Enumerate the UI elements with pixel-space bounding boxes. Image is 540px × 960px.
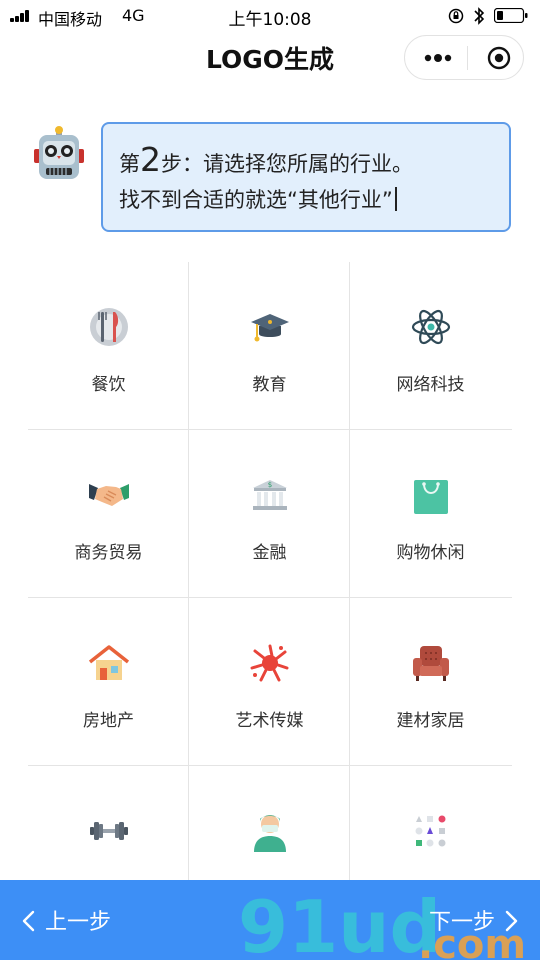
- industry-item-internet-tech[interactable]: 网络科技: [350, 262, 511, 430]
- prev-step-label: 上一步: [45, 910, 112, 935]
- step-number: 2: [140, 140, 161, 179]
- industry-label: 建材家居: [396, 711, 465, 731]
- industry-label: 餐饮: [91, 375, 126, 395]
- industry-item-shopping[interactable]: 购物休闲: [350, 430, 511, 598]
- prompt-line-2-text: 找不到合适的就选“其他行业”: [119, 188, 393, 212]
- armchair-icon: [413, 646, 449, 681]
- robot-icon: [34, 126, 84, 179]
- bank-icon: $: [253, 480, 287, 510]
- house-icon: [88, 645, 130, 680]
- prompt-line-2: 找不到合适的就选“其他行业”: [119, 182, 509, 218]
- more-icon[interactable]: [423, 50, 453, 66]
- industry-label: 网络科技: [396, 375, 465, 395]
- industry-label: 房地产: [83, 711, 134, 731]
- bluetooth-icon: [474, 7, 485, 25]
- industry-item-education[interactable]: 教育: [189, 262, 350, 430]
- close-mini-program-icon[interactable]: [487, 46, 511, 70]
- prompt-line-1-text: 步：请选择您所属的行业。: [161, 152, 413, 176]
- industry-item-finance[interactable]: $ 金融: [189, 430, 350, 598]
- next-step-label: 下一步: [428, 910, 495, 935]
- graduation-cap-icon: [251, 314, 289, 342]
- orientation-lock-icon: [448, 8, 464, 24]
- paint-splash-icon: [250, 644, 289, 682]
- mini-program-capsule: [404, 35, 524, 80]
- plate-utensils-icon: [90, 308, 128, 346]
- svg-text:$: $: [268, 481, 272, 489]
- battery-icon: [494, 8, 528, 23]
- prompt-bubble: 第2步：请选择您所属的行业。 找不到合适的就选“其他行业”: [101, 122, 511, 232]
- industry-label: 购物休闲: [396, 543, 465, 563]
- industry-label: 艺术传媒: [235, 711, 304, 731]
- shapes-icon: [415, 815, 446, 847]
- industry-item-real-estate[interactable]: 房地产: [28, 598, 189, 766]
- industry-label: 金融: [252, 543, 287, 563]
- industry-grid: 餐饮 教育 网络科技 商务贸易 $ 金融 购物休闲 房地产 艺术传媒 建材家居: [28, 262, 512, 882]
- bottom-bar: 上一步 91ud .com 下一步: [0, 880, 540, 960]
- atom-icon: [411, 309, 451, 345]
- handshake-icon: [89, 484, 129, 506]
- dumbbell-icon: [90, 822, 128, 840]
- industry-item-building-home[interactable]: 建材家居: [350, 598, 511, 766]
- chevron-left-icon: [22, 910, 35, 932]
- next-step-button[interactable]: 下一步: [429, 904, 520, 936]
- status-bar: 中国移动 4G 上午10:08: [0, 0, 540, 32]
- industry-item-art-media[interactable]: 艺术传媒: [189, 598, 350, 766]
- capsule-divider: [467, 46, 468, 70]
- text-caret: [394, 187, 397, 211]
- industry-item-business-trade[interactable]: 商务贸易: [28, 430, 189, 598]
- chevron-right-icon: [505, 910, 518, 932]
- shopping-bag-icon: [414, 480, 448, 514]
- prev-step-button[interactable]: 上一步: [20, 904, 111, 936]
- industry-label: 商务贸易: [74, 543, 143, 563]
- svg-text:91ud: 91ud: [238, 890, 441, 960]
- prompt-prefix: 第: [119, 152, 140, 176]
- doctor-icon: [254, 815, 286, 852]
- industry-label: 教育: [252, 375, 287, 395]
- industry-item-catering[interactable]: 餐饮: [28, 262, 189, 430]
- prompt-line-1: 第2步：请选择您所属的行业。: [119, 142, 509, 182]
